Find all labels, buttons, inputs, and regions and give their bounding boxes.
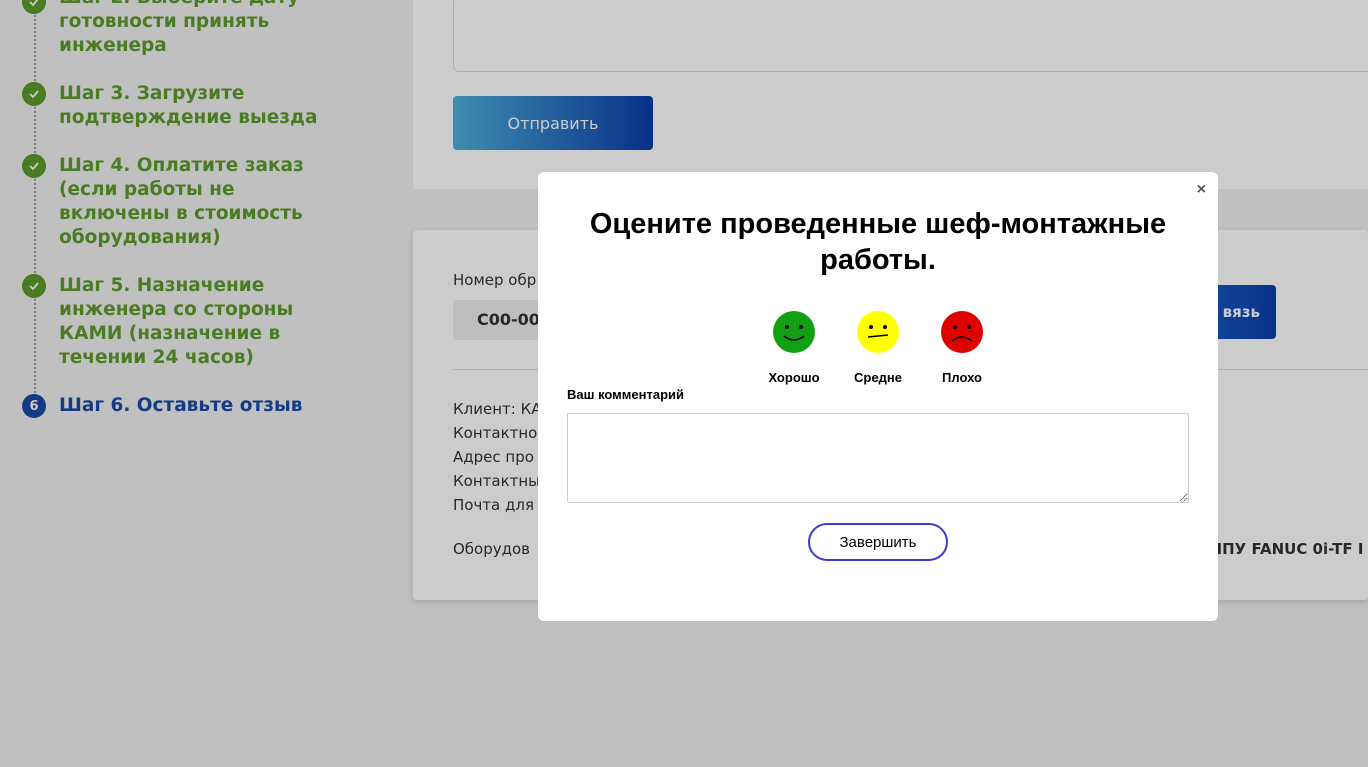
neutral-face-icon[interactable]: [856, 310, 900, 354]
rating-average[interactable]: Средне: [833, 310, 923, 385]
rating-bad-label: Плохо: [942, 370, 982, 385]
sad-face-icon[interactable]: [940, 310, 984, 354]
rating-average-label: Средне: [854, 370, 902, 385]
smile-face-icon[interactable]: [772, 310, 816, 354]
finish-button[interactable]: Завершить: [808, 523, 948, 561]
rating-bad[interactable]: Плохо: [917, 310, 1007, 385]
comment-textarea[interactable]: [567, 413, 1189, 503]
rating-good[interactable]: Хорошо: [749, 310, 839, 385]
rating-good-label: Хорошо: [768, 370, 820, 385]
rating-modal: × Оцените проведенные шеф-монтажные рабо…: [538, 172, 1218, 621]
modal-title: Оцените проведенные шеф-монтажные работы…: [589, 208, 1167, 276]
close-icon[interactable]: ×: [1197, 182, 1206, 198]
comment-label: Ваш комментарий: [567, 387, 685, 402]
